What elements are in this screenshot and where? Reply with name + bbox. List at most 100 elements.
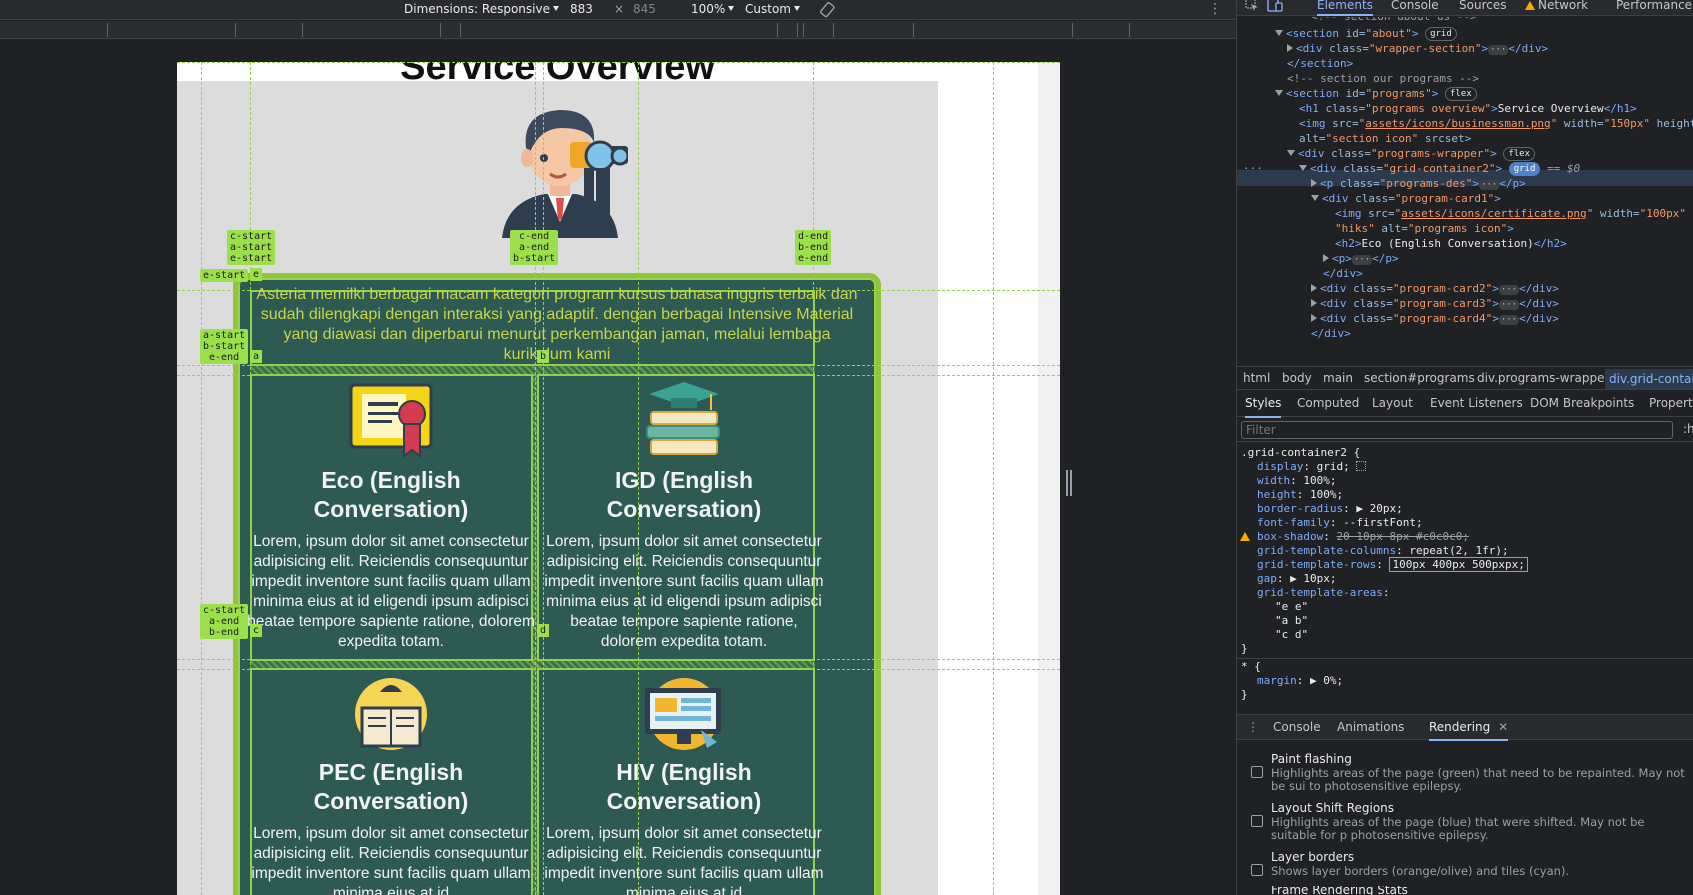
dom-node[interactable]: alt="section icon" srcset> (1299, 131, 1471, 147)
device-toggle-icon[interactable] (1267, 0, 1283, 13)
throttle-dropdown[interactable]: Custom (745, 0, 800, 20)
breadcrumb-main[interactable]: main (1323, 371, 1353, 385)
dom-node[interactable]: </section> (1287, 56, 1353, 72)
breadcrumb-html[interactable]: html (1243, 371, 1270, 385)
css-property[interactable]: width: 100%; (1257, 474, 1337, 488)
media-query-ruler[interactable] (0, 21, 1236, 39)
viewport-resize-handle[interactable] (1066, 470, 1072, 496)
css-property-invalid[interactable]: box-shadow: 20 10px 8px #c0c0c0; (1257, 530, 1469, 544)
close-icon[interactable]: ✕ (1498, 720, 1508, 734)
ellipsis-badge[interactable]: ··· (1488, 45, 1509, 55)
expand-triangle-icon[interactable] (1299, 165, 1307, 171)
expand-triangle-icon[interactable] (1311, 284, 1317, 292)
dom-node[interactable]: </div> (1311, 326, 1351, 342)
css-property[interactable]: margin: ▶ 0%; (1257, 674, 1343, 688)
asset-link[interactable]: assets/icons/businessman.png (1365, 117, 1550, 130)
styles-filter-input[interactable] (1241, 421, 1673, 439)
dom-node[interactable]: <div class="programs-wrapper"> flex (1287, 146, 1536, 162)
dom-node[interactable]: <h2>Eco (English Conversation)</h2> (1335, 236, 1567, 252)
css-property[interactable]: display: grid; (1257, 460, 1367, 474)
css-property[interactable]: border-radius: ▶ 20px; (1257, 502, 1403, 516)
dom-node[interactable]: <div class="program-card1"> (1311, 191, 1501, 207)
dom-node[interactable]: <!-- section about us --> (1311, 17, 1477, 25)
dom-node-selected[interactable]: <div class="grid-container2"> grid == $0 (1299, 161, 1580, 177)
tab-sources[interactable]: Sources (1459, 0, 1506, 12)
drawer-tab-animations[interactable]: Animations (1337, 720, 1404, 734)
dom-node[interactable]: <section id="programs"> flex (1275, 86, 1477, 102)
hover-state-toggle[interactable]: :h (1683, 422, 1693, 436)
expand-triangle-icon[interactable] (1287, 44, 1293, 52)
drawer-tab-rendering[interactable]: Rendering ✕ (1429, 720, 1509, 741)
dom-node[interactable]: </div> (1323, 266, 1363, 282)
asset-link[interactable]: assets/icons/certificate.png (1401, 207, 1586, 220)
expand-triangle-icon[interactable] (1287, 150, 1295, 156)
dom-node[interactable]: <img src="assets/icons/certificate.png" … (1335, 206, 1686, 222)
breadcrumb-body[interactable]: body (1282, 371, 1312, 385)
dom-node[interactable]: <h1 class="programs overview">Service Ov… (1299, 101, 1637, 117)
expand-triangle-icon[interactable] (1311, 195, 1319, 201)
expand-triangle-icon[interactable] (1323, 254, 1329, 262)
dom-node[interactable]: <div class="wrapper-section"> ··· </div> (1287, 41, 1548, 57)
dom-node[interactable]: <div class="program-card2"> ··· </div> (1311, 281, 1559, 297)
tab-properties[interactable]: Propert (1649, 396, 1693, 410)
expand-triangle-icon[interactable] (1311, 179, 1317, 187)
breadcrumb-section-programs[interactable]: section#programs (1364, 371, 1475, 385)
dom-node[interactable]: <!-- section our programs --> (1287, 71, 1479, 87)
flex-badge[interactable]: flex (1444, 87, 1477, 101)
css-property[interactable]: height: 100%; (1257, 488, 1343, 502)
css-property[interactable]: font-family: --firstFont; (1257, 516, 1423, 530)
dom-node-gutter-ellipsis[interactable]: ··· (1243, 161, 1263, 177)
grid-badge[interactable]: grid (1425, 27, 1457, 41)
more-options-icon[interactable]: ⋮ (1208, 0, 1222, 20)
tab-console[interactable]: Console (1391, 0, 1439, 12)
css-property[interactable]: grid-template-areas: (1257, 586, 1389, 600)
ellipsis-badge[interactable]: ··· (1478, 180, 1500, 190)
expand-triangle-icon[interactable] (1311, 314, 1317, 322)
tab-dom-breakpoints[interactable]: DOM Breakpoints (1530, 396, 1634, 410)
rotate-icon[interactable] (818, 1, 836, 21)
css-property[interactable]: grid-template-columns: repeat(2, 1fr); (1257, 544, 1509, 558)
ellipsis-badge[interactable]: ··· (1498, 285, 1520, 295)
tab-layout[interactable]: Layout (1372, 396, 1413, 410)
layout-shift-checkbox[interactable] (1251, 815, 1263, 827)
rule-selector[interactable]: * { (1241, 660, 1261, 674)
ellipsis-badge[interactable]: ··· (1498, 315, 1520, 325)
height-input[interactable]: 845 (633, 0, 656, 20)
tab-styles[interactable]: Styles (1245, 396, 1282, 418)
drawer-tab-console[interactable]: Console (1273, 720, 1321, 734)
ellipsis-badge[interactable]: ··· (1498, 300, 1520, 310)
page-scrollbar[interactable] (1038, 62, 1060, 895)
layer-borders-checkbox[interactable] (1251, 864, 1263, 876)
expand-triangle-icon[interactable] (1311, 299, 1317, 307)
css-property[interactable]: grid-template-rows: 100px 400px 500pxpx; (1257, 557, 1528, 572)
drawer-menu-icon[interactable]: ⋮ (1247, 720, 1259, 734)
grid-badge[interactable]: grid (1508, 162, 1541, 176)
flex-badge[interactable]: flex (1503, 147, 1536, 161)
tab-performance[interactable]: Performance (1616, 0, 1692, 12)
rule-selector[interactable]: .grid-container2 { (1241, 446, 1360, 460)
css-property[interactable]: gap: ▶ 10px; (1257, 572, 1336, 586)
tab-network[interactable]: Network (1525, 0, 1588, 12)
css-value-editor[interactable]: 100px 400px 500pxpx; (1389, 557, 1528, 572)
dimensions-dropdown[interactable]: Dimensions: Responsive (404, 0, 559, 20)
inspect-element-icon[interactable] (1245, 0, 1259, 13)
dom-node[interactable]: <img src="assets/icons/businessman.png" … (1299, 116, 1693, 132)
tab-elements[interactable]: Elements (1317, 0, 1373, 16)
tab-event-listeners[interactable]: Event Listeners (1430, 396, 1523, 410)
width-input[interactable]: 883 (570, 0, 593, 20)
dom-node[interactable]: <p> ··· </p> (1323, 251, 1399, 267)
paint-flashing-checkbox[interactable] (1251, 766, 1263, 778)
tab-computed[interactable]: Computed (1297, 396, 1359, 410)
dom-node[interactable]: <p class="programs-des"> ··· </p> (1311, 176, 1526, 192)
dom-node[interactable]: <section id="about"> grid (1275, 26, 1457, 42)
dom-node[interactable]: <div class="program-card4"> ··· </div> (1311, 311, 1559, 327)
dom-node[interactable]: <div class="program-card3"> ··· </div> (1311, 296, 1559, 312)
expand-triangle-icon[interactable] (1275, 90, 1283, 96)
dom-node[interactable]: "hiks" alt="programs icon"> (1335, 221, 1514, 237)
expand-triangle-icon[interactable] (1275, 30, 1283, 36)
grid-editor-icon[interactable] (1356, 461, 1367, 471)
ellipsis-badge[interactable]: ··· (1351, 255, 1373, 265)
breadcrumb-grid-container[interactable]: div.grid-contain (1605, 369, 1693, 389)
zoom-dropdown[interactable]: 100% (691, 0, 735, 20)
breadcrumb-programs-wrapper[interactable]: div.programs-wrapper (1477, 371, 1609, 385)
